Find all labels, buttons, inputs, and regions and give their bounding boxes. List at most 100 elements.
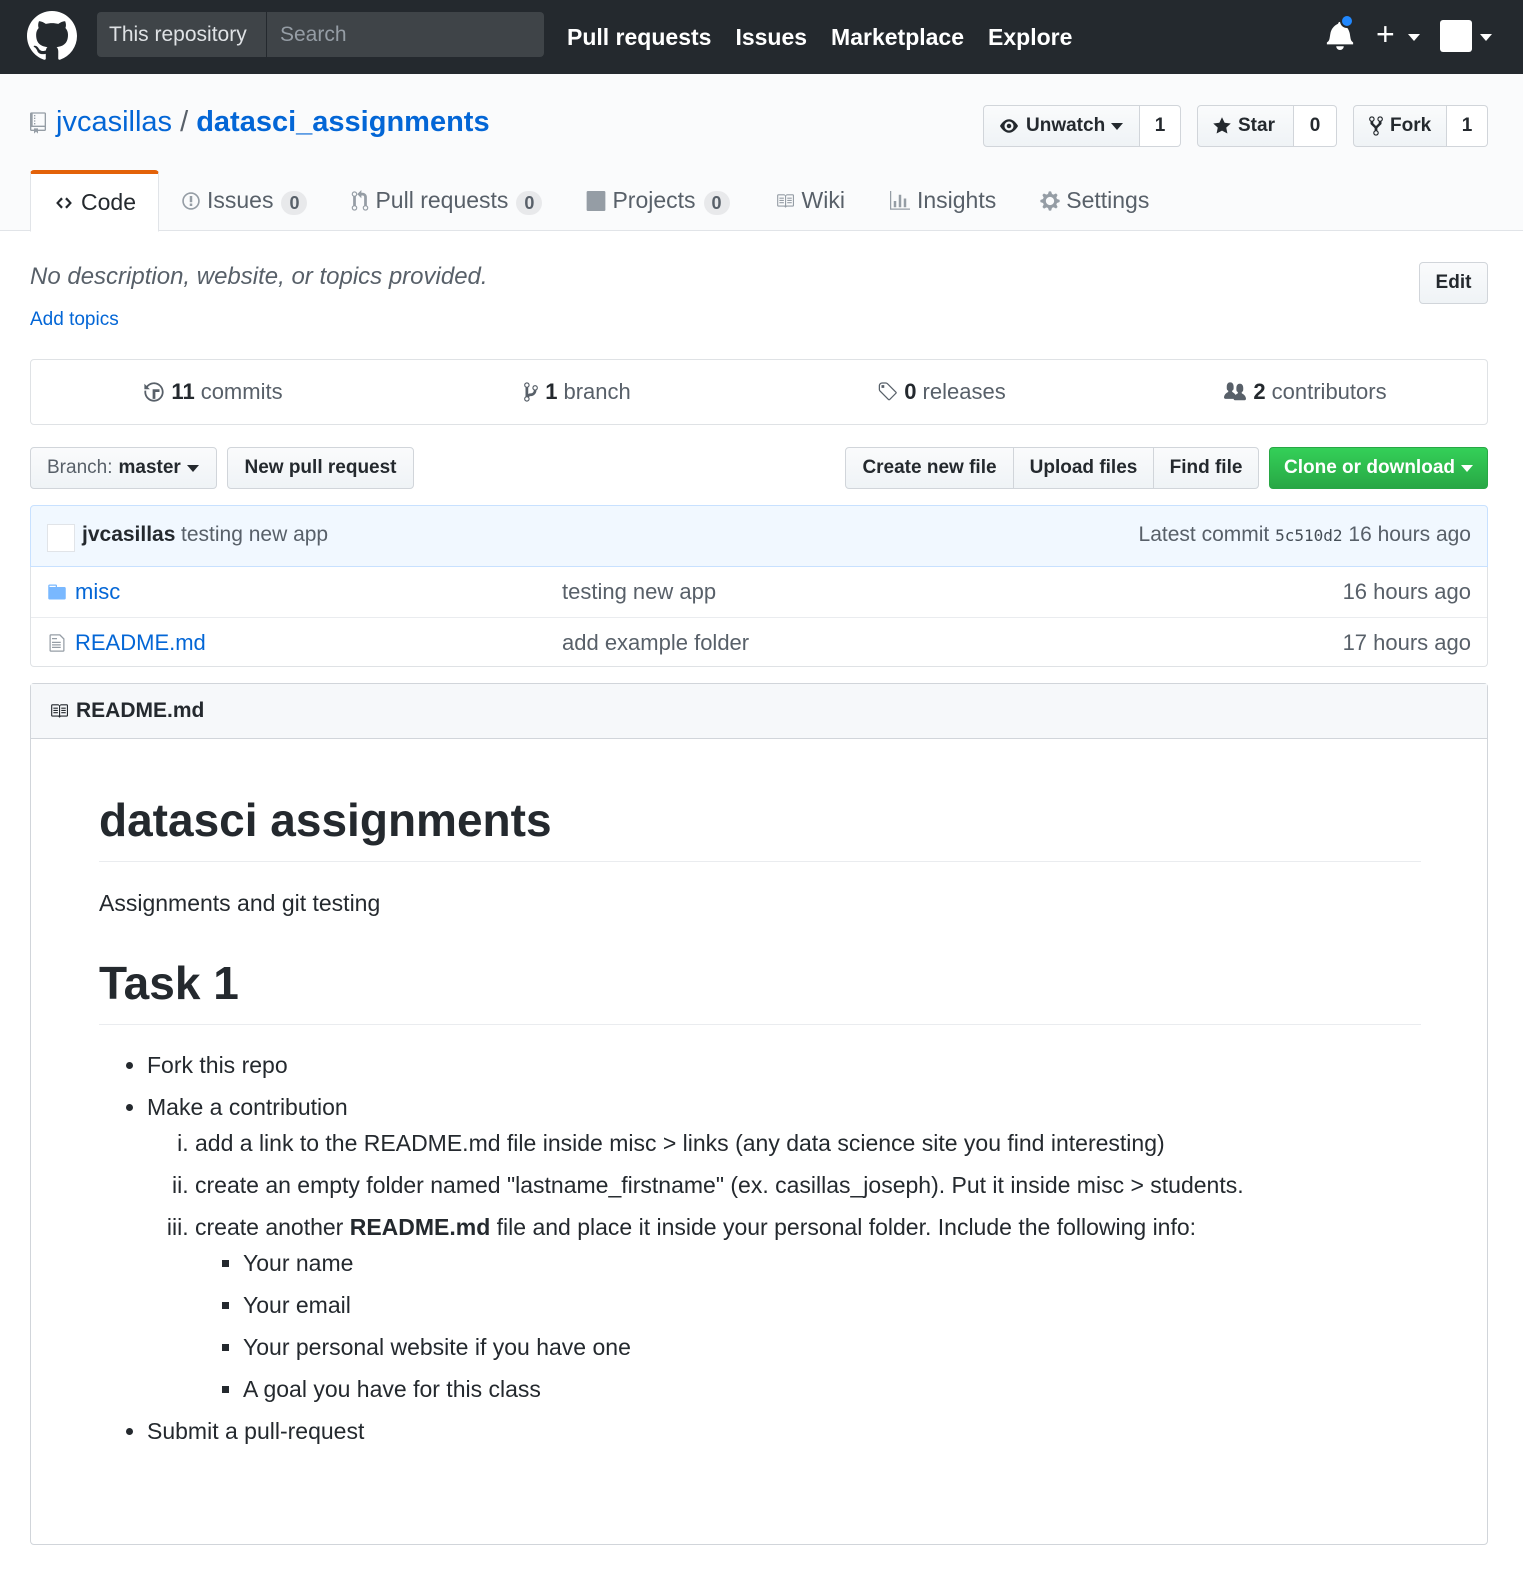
commits-count: 11 (171, 379, 195, 404)
tab-label: Code (81, 189, 136, 215)
releases-link[interactable]: 0 releases (759, 360, 1123, 424)
git-branch-icon (524, 382, 539, 402)
add-topics-link[interactable]: Add topics (30, 309, 119, 331)
fork-icon (1369, 116, 1383, 136)
task-list: Fork this repo Make a contribution add a… (99, 1051, 1421, 1445)
branch-prefix: Branch: (47, 457, 113, 478)
site-header: This repository Pull requests Issues Mar… (0, 0, 1523, 74)
watch-group: Unwatch 1 (983, 105, 1181, 147)
star-label: Star (1238, 115, 1275, 136)
readme-box: README.md datasci assignments Assignment… (30, 683, 1488, 1545)
unwatch-button[interactable]: Unwatch (983, 105, 1140, 147)
watch-count[interactable]: 1 (1140, 105, 1181, 147)
list-item: add a link to the README.md file inside … (195, 1129, 1421, 1157)
create-new-file-button[interactable]: Create new file (845, 447, 1014, 489)
list-item: create another README.md file and place … (195, 1213, 1421, 1403)
tab-code[interactable]: Code (30, 170, 159, 232)
file-commit-message[interactable]: add example folder (562, 630, 749, 656)
chevron-down-icon[interactable] (1480, 34, 1492, 41)
branch-select-button[interactable]: Branch: master (30, 447, 217, 489)
commit-message[interactable]: testing new app (181, 523, 328, 547)
star-icon (1213, 117, 1231, 134)
commit-author-link[interactable]: jvcasillas (82, 523, 175, 547)
table-row: README.md add example folder 17 hours ag… (31, 617, 1487, 667)
repo-name-link[interactable]: datasci_assignments (196, 106, 489, 138)
tab-pull-requests[interactable]: Pull requests 0 (329, 170, 564, 231)
github-logo-icon[interactable] (27, 11, 77, 61)
fork-button[interactable]: Fork (1353, 105, 1447, 147)
list-item: Your personal website if you have one (243, 1333, 1421, 1361)
tab-projects[interactable]: Projects 0 (564, 170, 751, 231)
task-heading: Task 1 (99, 957, 1421, 1025)
commits-link[interactable]: 11 commits (31, 360, 395, 424)
star-count[interactable]: 0 (1294, 105, 1337, 147)
list-item-text: file and place it inside your personal f… (490, 1213, 1197, 1240)
sub-list: add a link to the README.md file inside … (147, 1129, 1421, 1403)
file-name-link[interactable]: misc (75, 579, 120, 605)
tab-wiki[interactable]: Wiki (752, 170, 867, 231)
chevron-down-icon[interactable] (1408, 34, 1420, 41)
readme-heading: datasci assignments (99, 794, 1421, 862)
plus-icon[interactable]: + (1376, 16, 1395, 52)
tab-insights[interactable]: Insights (867, 170, 1018, 231)
contributors-link[interactable]: 2 contributors (1123, 360, 1487, 424)
book-icon (776, 193, 794, 208)
nav-explore[interactable]: Explore (988, 24, 1072, 51)
latest-commit-info: Latest commit 5c510d2 16 hours ago (1139, 523, 1471, 547)
tab-label: Settings (1066, 187, 1150, 213)
fork-count[interactable]: 1 (1447, 105, 1488, 147)
chevron-down-icon (1111, 122, 1124, 130)
issue-opened-icon (182, 191, 200, 210)
list-item: Make a contribution add a link to the RE… (147, 1093, 1421, 1403)
list-item: Your email (243, 1291, 1421, 1319)
releases-count: 0 (904, 379, 917, 404)
author-avatar[interactable] (47, 524, 75, 552)
repo-title: jvcasillas / datasci_assignments (56, 106, 490, 139)
commit-tease: jvcasillas testing new app Latest commit… (30, 505, 1488, 567)
history-icon (144, 382, 165, 402)
list-item-text: create another (195, 1213, 350, 1240)
file-name-link[interactable]: README.md (75, 630, 206, 656)
tab-label: Issues (206, 187, 274, 213)
repo-header: jvcasillas / datasci_assignments Unwatch… (0, 74, 1523, 232)
numbers-summary: 11 commits 1 branch 0 releases 2 contrib… (30, 359, 1488, 425)
commits-label: commits (200, 379, 283, 404)
file-actions: Create new file Upload files Find file (845, 447, 1259, 489)
search-scope-label: This repository (97, 12, 267, 57)
nav-marketplace[interactable]: Marketplace (831, 24, 964, 51)
search-input[interactable] (268, 12, 543, 57)
upload-files-button[interactable]: Upload files (1013, 447, 1154, 489)
tab-settings[interactable]: Settings (1018, 170, 1171, 231)
code-icon (56, 196, 72, 209)
list-item-bold: README.md (349, 1213, 491, 1240)
file-commit-message[interactable]: testing new app (562, 579, 716, 605)
user-avatar[interactable] (1440, 20, 1472, 52)
branches-link[interactable]: 1 branch (395, 360, 759, 424)
clone-label: Clone or download (1284, 457, 1455, 478)
people-icon (1224, 382, 1247, 401)
repo-owner-link[interactable]: jvcasillas (56, 106, 172, 138)
header-nav: Pull requests Issues Marketplace Explore (567, 0, 1096, 74)
folder-icon (48, 584, 66, 600)
gear-icon (1040, 190, 1060, 211)
nav-pull-requests[interactable]: Pull requests (567, 24, 711, 51)
header-search: This repository (97, 12, 544, 57)
clone-or-download-button[interactable]: Clone or download (1269, 447, 1488, 489)
edit-button[interactable]: Edit (1419, 262, 1488, 304)
nav-issues[interactable]: Issues (735, 24, 807, 51)
branch-count: 1 (545, 379, 558, 404)
tab-label: Insights (916, 187, 997, 213)
tab-label: Projects (612, 187, 696, 213)
tab-label: Wiki (801, 187, 845, 213)
file-text-icon (49, 634, 65, 652)
new-pull-request-button[interactable]: New pull request (227, 447, 414, 489)
repo-description: No description, website, or topics provi… (30, 263, 488, 290)
find-file-button[interactable]: Find file (1153, 447, 1259, 489)
tab-issues[interactable]: Issues 0 (159, 170, 329, 231)
list-item: Your name (243, 1249, 1421, 1277)
table-row: misc testing new app 16 hours ago (31, 567, 1487, 617)
unread-indicator (1340, 14, 1354, 28)
list-item: Submit a pull-request (147, 1417, 1421, 1445)
star-button[interactable]: Star (1197, 105, 1294, 147)
commit-sha-link[interactable]: 5c510d2 (1275, 526, 1342, 545)
